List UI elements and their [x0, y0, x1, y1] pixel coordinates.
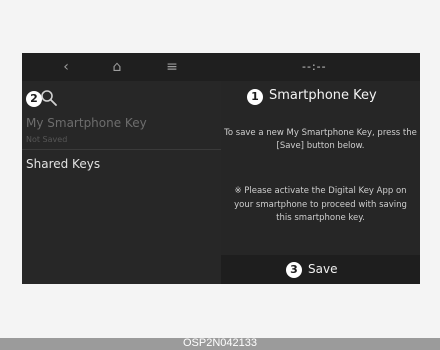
list-item-my-smartphone-key[interactable]: My Smartphone Key Not Saved — [22, 113, 221, 150]
menu-icon[interactable]: ≡ — [162, 59, 182, 75]
back-icon[interactable]: ‹ — [56, 59, 76, 75]
callout-badge-3: 3 — [286, 262, 302, 278]
instruction-text: To save a new My Smartphone Key, press t… — [224, 128, 417, 151]
right-pane: 1 Smartphone Key To save a new My Smartp… — [221, 81, 420, 284]
search-icon[interactable] — [40, 89, 58, 107]
save-button-label: Save — [308, 262, 338, 276]
home-icon[interactable]: ⌂ — [107, 59, 127, 75]
save-bar: 3 Save — [221, 255, 420, 284]
top-bar: ‹ ⌂ ≡ --:-- — [22, 53, 420, 81]
save-button[interactable]: 3 Save — [286, 261, 366, 279]
list-item-status: Not Saved — [26, 135, 68, 144]
left-pane: 2 My Smartphone Key Not Saved Shared Key… — [22, 81, 221, 284]
list-item-shared-keys[interactable]: Shared Keys — [22, 153, 221, 179]
list-item-label: My Smartphone Key — [26, 116, 147, 130]
infotainment-screen: ‹ ⌂ ≡ --:-- 2 My Smartphone Key Not Save… — [22, 53, 420, 284]
figure-caption-bar: OSP2N042133 — [0, 337, 440, 350]
panel-header: 1 Smartphone Key — [247, 87, 417, 107]
figure-caption: OSP2N042133 — [183, 337, 257, 349]
note-text: ※ Please activate the Digital Key App on… — [234, 186, 407, 223]
clock: --:-- — [302, 60, 327, 73]
page-title: Smartphone Key — [269, 88, 377, 103]
list-item-label: Shared Keys — [26, 157, 101, 171]
callout-badge-1: 1 — [247, 89, 263, 105]
